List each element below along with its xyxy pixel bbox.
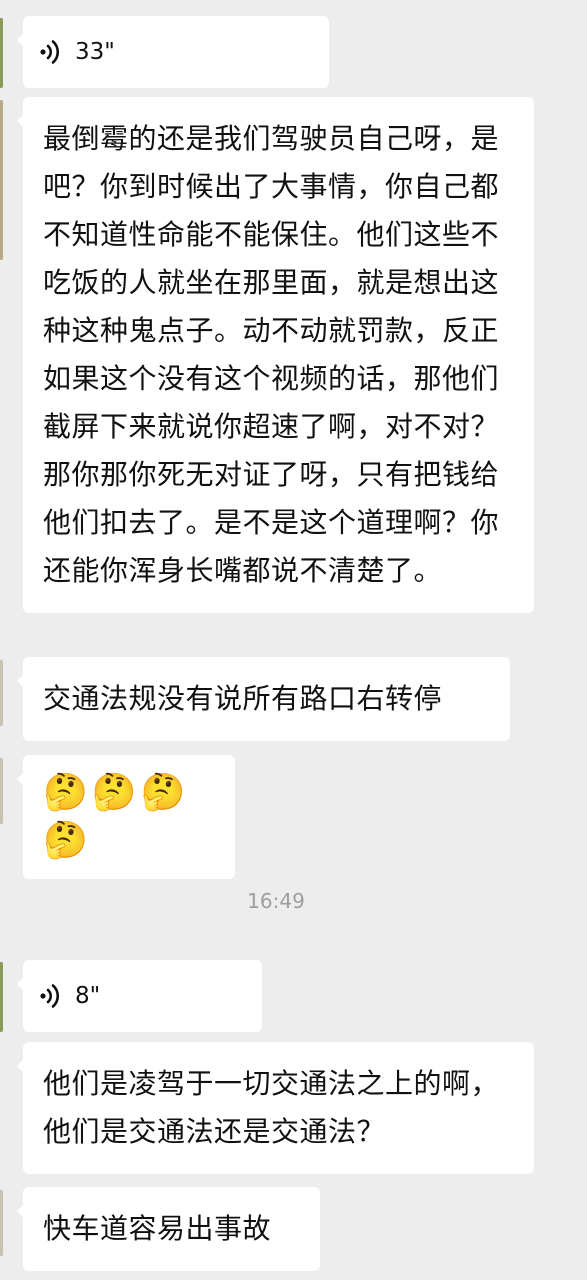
sender-avatar[interactable] [0, 962, 3, 1032]
voice-message-bubble[interactable]: 8" [17, 960, 262, 1032]
text-message-bubble[interactable]: 最倒霉的还是我们驾驶员自己呀，是吧？你到时候出了大事情，你自己都不知道性命能不能… [17, 97, 534, 613]
sender-avatar[interactable] [0, 660, 3, 726]
sender-avatar[interactable] [0, 1190, 3, 1256]
voice-wave-icon [40, 984, 60, 1008]
text-message-bubble[interactable]: 他们是凌驾于一切交通法之上的啊，他们是交通法还是交通法？ [17, 1042, 534, 1174]
text-message-bubble[interactable]: 交通法规没有说所有路口右转停 [17, 657, 510, 741]
sender-avatar[interactable] [0, 100, 3, 260]
message-text: 交通法规没有说所有路口右转停 [43, 682, 443, 715]
sender-avatar[interactable] [0, 758, 3, 824]
emoji-message-bubble[interactable]: 🤔🤔🤔🤔 [17, 755, 235, 879]
sender-avatar[interactable] [0, 18, 3, 88]
voice-duration: 33" [75, 39, 115, 65]
message-text: 最倒霉的还是我们驾驶员自己呀，是吧？你到时候出了大事情，你自己都不知道性命能不能… [43, 122, 500, 587]
message-text: 他们是凌驾于一切交通法之上的啊，他们是交通法还是交通法？ [43, 1067, 500, 1148]
message-text: 快车道容易出事故 [43, 1212, 272, 1245]
voice-message-bubble[interactable]: 33" [17, 16, 329, 88]
timestamp: 16:49 [247, 889, 305, 913]
voice-duration: 8" [75, 983, 101, 1009]
emoji-text: 🤔🤔🤔🤔 [43, 772, 190, 861]
text-message-bubble[interactable]: 快车道容易出事故 [17, 1187, 320, 1271]
voice-wave-icon [40, 40, 60, 64]
